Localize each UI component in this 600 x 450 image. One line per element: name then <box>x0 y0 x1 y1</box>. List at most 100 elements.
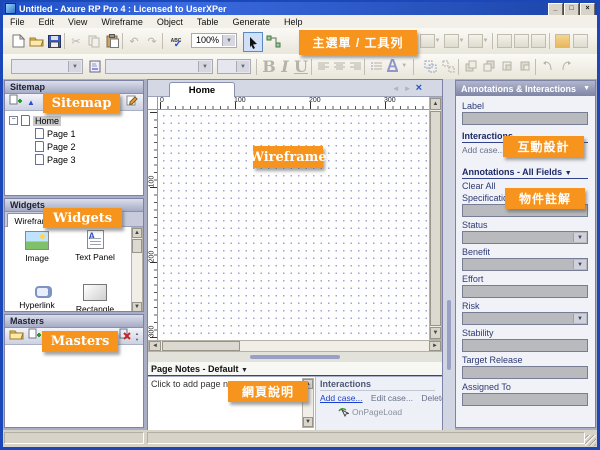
cut-button[interactable]: ✂ <box>67 32 85 50</box>
group-button[interactable] <box>421 57 439 75</box>
underline-button[interactable]: U <box>292 57 310 75</box>
splitter-grip[interactable] <box>447 300 451 370</box>
scroll-thumb[interactable] <box>162 341 240 351</box>
rotate-right-button[interactable] <box>557 57 575 75</box>
bring-forward-button[interactable] <box>498 57 516 75</box>
menu-generate[interactable]: Generate <box>225 17 277 27</box>
risk-select[interactable]: ▼ <box>462 312 588 325</box>
add-case-link[interactable]: Add case... <box>320 393 363 403</box>
menu-help[interactable]: Help <box>277 17 310 27</box>
tree-item-page3[interactable]: Page 3 <box>5 153 143 166</box>
send-backward-button[interactable] <box>516 57 534 75</box>
widget-hyperlink[interactable]: Hyperlink <box>11 283 63 310</box>
send-to-back-button[interactable] <box>480 57 498 75</box>
benefit-select[interactable]: ▼ <box>462 258 588 271</box>
arrow-style-dropdown[interactable]: ▼ <box>467 32 489 50</box>
zoom-level-combo[interactable]: 100% ▼ <box>191 33 237 48</box>
add-master-button[interactable] <box>28 327 42 345</box>
scroll-thumb[interactable] <box>430 111 441 326</box>
border-bottom-button[interactable] <box>529 32 547 50</box>
tree-item-home[interactable]: − Home <box>5 114 143 127</box>
border-top-button[interactable] <box>495 32 513 50</box>
target-release-input[interactable] <box>462 366 588 379</box>
menu-edit[interactable]: Edit <box>32 17 62 27</box>
align-right-button[interactable] <box>346 57 364 75</box>
onpageload-event[interactable]: OnPageLoad <box>338 407 442 417</box>
edit-case-link[interactable]: Edit case... <box>371 393 413 403</box>
menu-file[interactable]: File <box>3 17 32 27</box>
scroll-thumb[interactable] <box>132 239 142 253</box>
scroll-right-icon[interactable]: ► <box>429 341 441 351</box>
add-case-link[interactable]: Add case... <box>462 145 505 155</box>
widget-text-panel[interactable]: A Text Panel <box>69 230 121 262</box>
tree-item-page1[interactable]: Page 1 <box>5 127 143 140</box>
delete-master-button[interactable] <box>119 327 131 345</box>
close-page-icon[interactable]: × <box>416 83 422 93</box>
scroll-up-icon[interactable]: ▲ <box>132 228 142 238</box>
collapse-icon[interactable]: − <box>9 116 18 125</box>
edit-page-button[interactable] <box>126 93 139 111</box>
tree-item-page2[interactable]: Page 2 <box>5 140 143 153</box>
inspector-splitter[interactable] <box>443 79 455 430</box>
inspector-dropdown-icon[interactable]: ▼ <box>583 85 590 92</box>
font-color-dropdown[interactable]: A ▼ <box>385 57 409 75</box>
border-middle-button[interactable] <box>512 32 530 50</box>
scroll-down-icon[interactable]: ▼ <box>132 302 142 312</box>
menu-object[interactable]: Object <box>150 17 190 27</box>
new-document-button[interactable] <box>9 32 27 50</box>
next-page-icon[interactable]: ► <box>404 84 412 93</box>
label-input[interactable] <box>462 112 588 125</box>
open-button[interactable] <box>27 32 45 50</box>
line-weight-dropdown[interactable]: ▼ <box>419 32 441 50</box>
table-button[interactable] <box>553 32 571 50</box>
dropdown-icon[interactable]: ▼ <box>573 233 586 242</box>
save-button[interactable] <box>45 32 63 50</box>
font-size-combo[interactable]: ▼ <box>217 59 251 74</box>
scroll-left-icon[interactable]: ◄ <box>149 341 161 351</box>
prev-page-icon[interactable]: ◄ <box>392 84 400 93</box>
wireframe-canvas[interactable] <box>158 110 429 340</box>
assigned-to-input[interactable] <box>462 393 588 406</box>
rotate-left-button[interactable] <box>539 57 557 75</box>
font-family-combo[interactable]: ▼ <box>11 59 83 74</box>
annotations-dropdown-icon[interactable]: ▼ <box>565 170 572 177</box>
canvas-horizontal-scrollbar[interactable]: ◄ ► <box>148 340 442 352</box>
inspector-header[interactable]: Annotations & Interactions ▼ <box>456 81 595 96</box>
dropdown-icon[interactable]: ▼ <box>573 260 586 269</box>
line-style-dropdown[interactable]: ▼ <box>443 32 465 50</box>
scroll-down-icon[interactable]: ▼ <box>303 417 313 427</box>
splitter-grip[interactable] <box>250 355 340 359</box>
widget-image[interactable]: Image <box>11 231 63 263</box>
page-notes-header[interactable]: Page Notes - Default ▼ <box>148 362 442 376</box>
bullet-list-button[interactable] <box>367 57 385 75</box>
effort-input[interactable] <box>462 285 588 298</box>
resize-grip[interactable] <box>585 435 596 446</box>
insert-column-button[interactable] <box>571 32 589 50</box>
delete-case-link[interactable]: Delete case... <box>421 393 442 403</box>
copy-button[interactable] <box>85 32 103 50</box>
widget-rectangle[interactable]: Rectangle <box>69 282 121 312</box>
open-master-button[interactable] <box>9 327 24 345</box>
style-painter-button[interactable] <box>86 57 104 75</box>
spell-check-button[interactable]: ABC ✓ <box>165 32 187 50</box>
style-combo[interactable]: ▼ <box>105 59 213 74</box>
connector-tool-button[interactable] <box>264 32 282 50</box>
menu-view[interactable]: View <box>61 17 94 27</box>
paste-button[interactable] <box>103 32 121 50</box>
stability-input[interactable] <box>462 339 588 352</box>
menu-table[interactable]: Table <box>190 17 226 27</box>
widgets-scrollbar[interactable]: ▲ ▼ <box>131 227 143 312</box>
scroll-down-icon[interactable]: ▼ <box>430 327 441 339</box>
ungroup-button[interactable] <box>439 57 457 75</box>
undo-button[interactable]: ↶ <box>125 32 143 50</box>
move-page-up-button[interactable]: ▲ <box>27 98 35 107</box>
zoom-dropdown-icon[interactable]: ▼ <box>222 35 235 46</box>
add-page-button[interactable] <box>9 93 23 111</box>
scroll-up-icon[interactable]: ▲ <box>430 98 441 110</box>
pointer-tool-button[interactable] <box>243 32 263 52</box>
menu-wireframe[interactable]: Wireframe <box>94 17 150 27</box>
status-select[interactable]: ▼ <box>462 231 588 244</box>
redo-button[interactable]: ↷ <box>143 32 161 50</box>
page-notes-dropdown-icon[interactable]: ▼ <box>241 367 248 374</box>
notes-splitter[interactable] <box>148 352 442 362</box>
